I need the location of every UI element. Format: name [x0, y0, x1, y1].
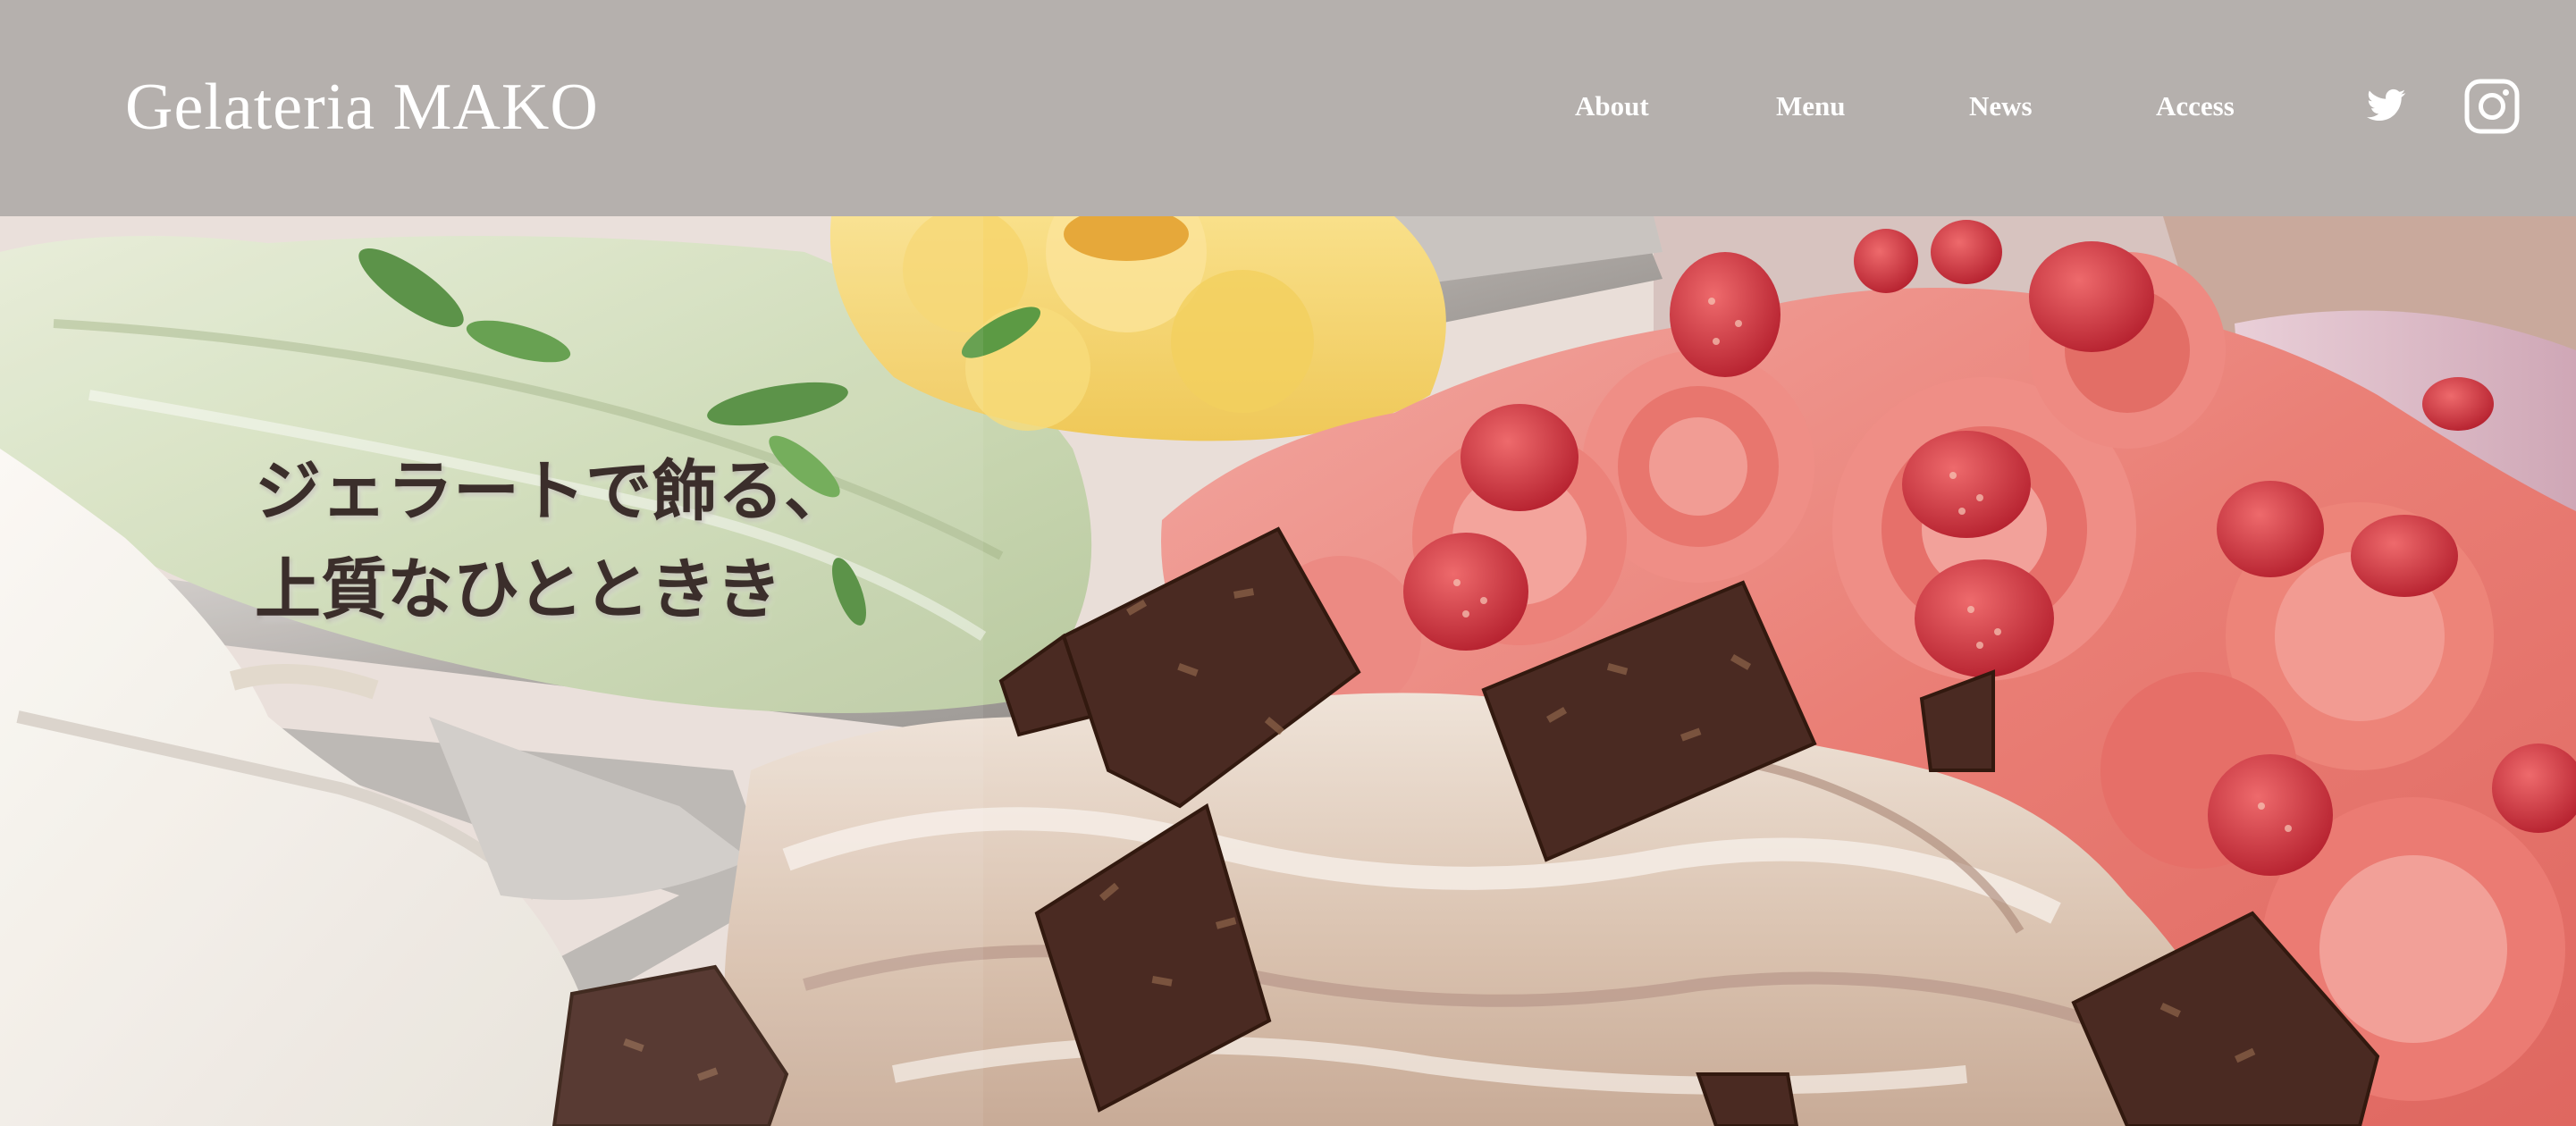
instagram-icon — [2464, 79, 2520, 134]
gelato-display-photo — [0, 216, 2576, 1126]
hero-tagline-line1: ジェラートで飾る、 — [255, 453, 850, 530]
twitter-icon — [2367, 88, 2406, 122]
hero-tagline-line2: 上質なひとときき — [255, 551, 782, 628]
site-header: Gelateria MAKO About Menu News Access — [0, 0, 2576, 216]
nav-link-access[interactable]: Access — [2156, 88, 2235, 125]
site-logo[interactable]: Gelateria MAKO — [125, 64, 599, 150]
instagram-link[interactable] — [2464, 79, 2520, 134]
hero-banner: ジェラートで飾る、 上質なひとときき — [0, 216, 2576, 1126]
nav-link-news[interactable]: News — [1969, 88, 2033, 125]
nav-link-menu[interactable]: Menu — [1776, 88, 1846, 125]
nav-link-about[interactable]: About — [1575, 88, 1649, 125]
twitter-link[interactable] — [2367, 88, 2406, 122]
